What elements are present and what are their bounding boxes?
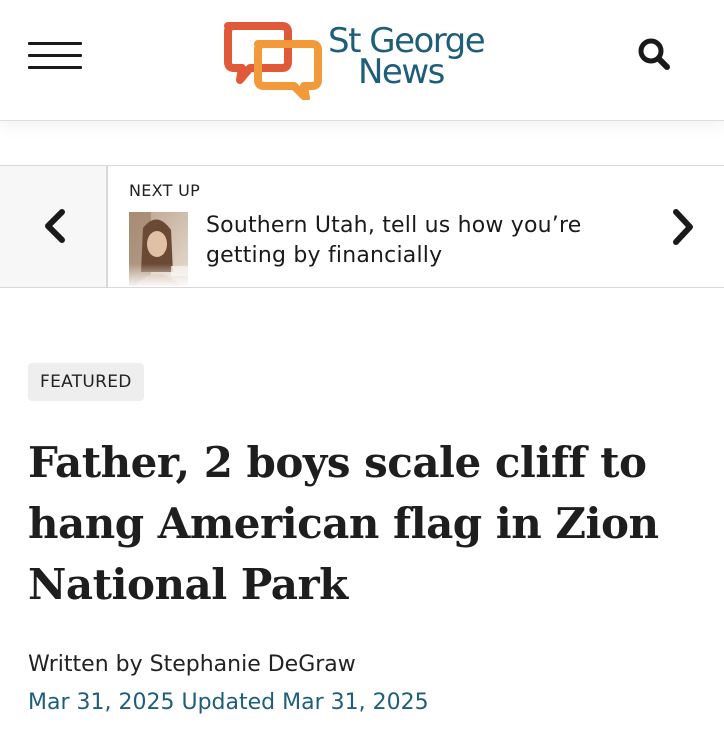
category-badge[interactable]: FEATURED	[28, 363, 144, 401]
menu-bar	[28, 42, 82, 45]
next-up-bar: NEXT UP Southern Utah, tell us how you’r…	[0, 165, 724, 288]
author-link[interactable]: Stephanie DeGraw	[150, 652, 356, 677]
article-headline: Father, 2 boys scale cliff to hang Ameri…	[28, 438, 659, 609]
next-article-button[interactable]	[662, 206, 704, 248]
search-icon[interactable]	[634, 34, 674, 74]
logo-wordmark: St George News	[328, 24, 486, 92]
previous-article-button[interactable]	[0, 166, 108, 287]
next-article-title[interactable]: Southern Utah, tell us how you’re gettin…	[206, 211, 646, 271]
site-header: St George News	[0, 0, 724, 121]
article-dates: Mar 31, 2025 Updated Mar 31, 2025	[28, 690, 429, 715]
hamburger-menu-icon[interactable]	[28, 40, 82, 70]
updated-label: Updated	[181, 690, 276, 715]
chevron-left-icon	[45, 209, 65, 243]
article-byline: Written by Stephanie DeGraw	[28, 652, 356, 677]
next-up-label: NEXT UP	[129, 181, 201, 200]
speech-bubbles-logo-icon	[224, 22, 322, 100]
logo-line-2: News	[358, 52, 445, 92]
menu-bar	[28, 66, 82, 69]
published-date: Mar 31, 2025	[28, 690, 175, 715]
byline-prefix: Written by	[28, 652, 143, 677]
updated-date: Mar 31, 2025	[282, 690, 429, 715]
menu-bar	[28, 54, 82, 57]
site-logo[interactable]: St George News	[224, 22, 514, 100]
chevron-right-icon	[673, 209, 693, 245]
next-article-thumbnail[interactable]	[129, 212, 188, 286]
